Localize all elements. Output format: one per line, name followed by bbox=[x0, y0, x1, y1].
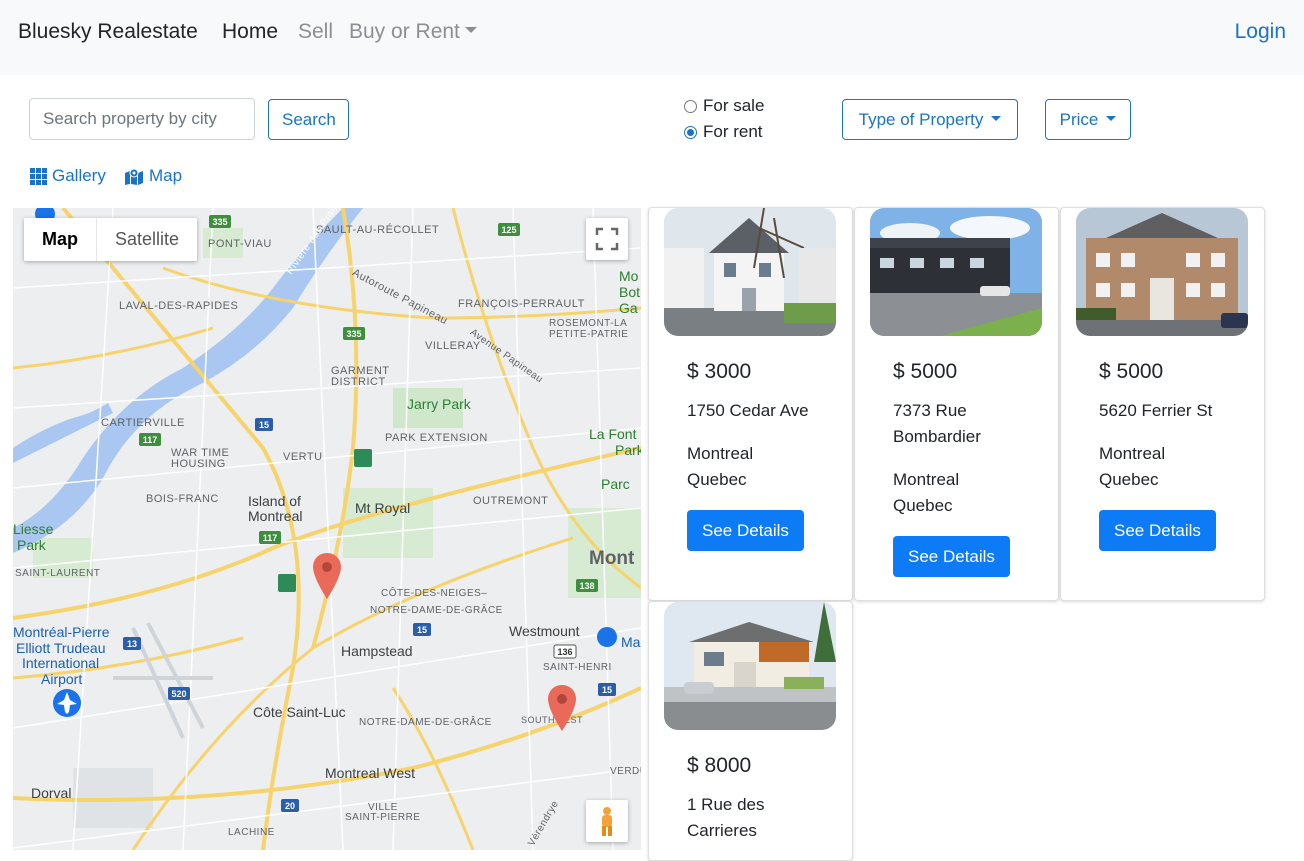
listing-province: Quebec bbox=[687, 470, 747, 489]
price-dropdown[interactable]: Price bbox=[1045, 99, 1131, 140]
map-view-link[interactable]: Map bbox=[124, 166, 182, 186]
listing-price: $ 5000 bbox=[893, 360, 958, 383]
listing-price: $ 5000 bbox=[1099, 360, 1164, 383]
listing-province: Quebec bbox=[1099, 470, 1159, 489]
property-image[interactable] bbox=[664, 602, 836, 730]
pegman-icon bbox=[602, 807, 612, 836]
listing-card: $ 5000 5620 Ferrier St Montreal Quebec S… bbox=[1060, 207, 1265, 601]
radio-for-sale-label: For sale bbox=[703, 96, 765, 115]
map-marker-icon[interactable] bbox=[313, 553, 341, 599]
listing-province: Quebec bbox=[893, 496, 953, 515]
search-button[interactable]: Search bbox=[268, 99, 349, 140]
listing-card: $ 5000 7373 Rue Bombardier Montreal Queb… bbox=[854, 207, 1059, 601]
search-input[interactable] bbox=[29, 98, 255, 140]
see-details-button[interactable]: See Details bbox=[687, 510, 804, 551]
caret-down-icon bbox=[991, 116, 1002, 122]
shield-125: 125 bbox=[501, 225, 516, 235]
type-of-property-label: Type of Property bbox=[858, 110, 984, 129]
gallery-label: Gallery bbox=[52, 166, 106, 185]
map-type-satellite-button[interactable]: Satellite bbox=[96, 218, 197, 261]
listing-address: 1 Rue des Carrieres bbox=[687, 795, 765, 840]
property-image[interactable] bbox=[664, 208, 836, 336]
listing-city: Montreal bbox=[687, 444, 754, 463]
listing-city: Montreal bbox=[1099, 444, 1166, 463]
caret-down-icon bbox=[1106, 116, 1117, 122]
shield-335-a: 335 bbox=[212, 217, 227, 227]
street-view-button[interactable] bbox=[586, 800, 628, 842]
see-details-button[interactable]: See Details bbox=[1099, 510, 1216, 551]
caret-down-icon bbox=[464, 27, 477, 34]
nav-buy-or-rent-label: Buy or Rent bbox=[349, 20, 460, 43]
shield-15-c: 15 bbox=[602, 685, 612, 695]
listing-price: $ 8000 bbox=[687, 754, 752, 777]
highway-shields: 335 125 335 15 117 117 138 15 13 136 520… bbox=[35, 208, 617, 812]
nav-home[interactable]: Home bbox=[222, 20, 278, 44]
nav-sell[interactable]: Sell bbox=[298, 20, 333, 44]
login-link[interactable]: Login bbox=[1235, 20, 1286, 44]
shield-117-a: 117 bbox=[143, 435, 158, 445]
listing-address: 7373 Rue Bombardier bbox=[893, 401, 981, 446]
map-view[interactable]: SAULT-AU-RÉCOLLET PONT-VIAU Autoroute Pa… bbox=[13, 208, 641, 850]
radio-checked-icon[interactable] bbox=[684, 125, 697, 139]
nav-buy-or-rent-dropdown[interactable]: Buy or Rent bbox=[349, 20, 477, 44]
map-type-control: Map Satellite bbox=[24, 218, 198, 261]
radio-for-sale[interactable]: For sale bbox=[684, 96, 764, 116]
shield-520: 520 bbox=[171, 689, 186, 699]
type-of-property-dropdown[interactable]: Type of Property bbox=[842, 99, 1018, 140]
listing-card: $ 8000 1 Rue des Carrieres bbox=[648, 601, 853, 861]
map-label: Map bbox=[149, 166, 183, 185]
radio-unchecked-icon[interactable] bbox=[684, 99, 697, 113]
shield-138: 138 bbox=[579, 581, 594, 591]
property-image[interactable] bbox=[1076, 208, 1248, 336]
listing-address: 1750 Cedar Ave bbox=[687, 401, 809, 420]
navbar: Bluesky Realestate Home Sell Buy or Rent… bbox=[0, 0, 1304, 75]
listing-card: $ 3000 1750 Cedar Ave Montreal Quebec Se… bbox=[648, 207, 853, 601]
map-type-map-button[interactable]: Map bbox=[24, 218, 96, 261]
shield-335-b: 335 bbox=[346, 329, 361, 339]
map-marker-icon[interactable] bbox=[548, 685, 576, 731]
grid-icon bbox=[30, 167, 47, 185]
fullscreen-button[interactable] bbox=[586, 218, 628, 260]
property-image[interactable] bbox=[870, 208, 1042, 336]
radio-for-rent[interactable]: For rent bbox=[684, 122, 763, 142]
shield-15-a: 15 bbox=[259, 420, 269, 430]
price-label: Price bbox=[1059, 110, 1099, 129]
shield-15-b: 15 bbox=[417, 625, 427, 635]
listing-city: Montreal bbox=[893, 470, 960, 489]
gallery-view-link[interactable]: Gallery bbox=[30, 166, 106, 186]
fullscreen-icon bbox=[595, 227, 619, 251]
shield-136: 136 bbox=[557, 647, 572, 657]
shield-117-b: 117 bbox=[263, 533, 278, 543]
listing-address: 5620 Ferrier St bbox=[1099, 401, 1213, 420]
shield-13: 13 bbox=[127, 639, 137, 649]
brand-logo[interactable]: Bluesky Realestate bbox=[18, 20, 198, 44]
see-details-button[interactable]: See Details bbox=[893, 536, 1010, 577]
listing-price: $ 3000 bbox=[687, 360, 752, 383]
radio-for-rent-label: For rent bbox=[703, 122, 763, 141]
map-marked-icon bbox=[125, 168, 143, 185]
shield-20: 20 bbox=[285, 801, 295, 811]
